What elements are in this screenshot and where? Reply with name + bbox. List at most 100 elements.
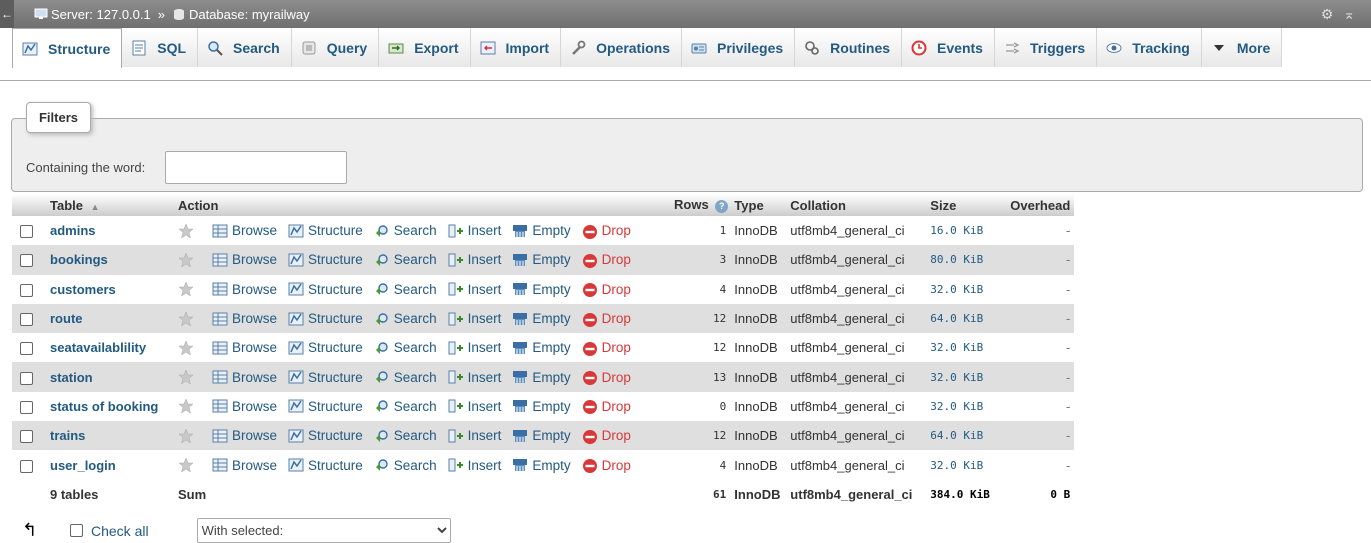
table-name-link[interactable]: seatavailablility — [50, 340, 146, 355]
header-table-label[interactable]: Table — [50, 198, 83, 213]
row-checkbox[interactable] — [20, 342, 33, 356]
favorite-star-icon[interactable] — [178, 252, 198, 268]
favorite-star-icon[interactable] — [178, 457, 198, 473]
action-empty-link[interactable]: Empty — [512, 282, 571, 297]
row-checkbox[interactable] — [20, 430, 33, 444]
breadcrumb-server[interactable]: Server: 127.0.0.1 — [51, 7, 151, 22]
favorite-star-icon[interactable] — [178, 222, 198, 239]
favorite-star-icon[interactable] — [178, 281, 198, 297]
tab-export[interactable]: Export — [379, 28, 471, 67]
action-drop-link[interactable]: Drop — [582, 252, 631, 268]
action-search-link[interactable]: Search — [374, 458, 437, 473]
action-browse-link[interactable]: Browse — [212, 252, 277, 267]
breadcrumb-database[interactable]: Database: myrailway — [189, 7, 310, 22]
row-checkbox[interactable] — [20, 254, 33, 268]
action-empty-link[interactable]: Empty — [512, 399, 571, 414]
row-size-link[interactable]: 16.0 KiB — [926, 216, 1007, 246]
table-name-link[interactable]: bookings — [50, 252, 108, 267]
table-name-link[interactable]: route — [50, 311, 83, 326]
action-insert-link[interactable]: Insert — [448, 370, 501, 385]
table-name-link[interactable]: station — [50, 370, 93, 385]
action-search-link[interactable]: Search — [374, 399, 437, 414]
collapse-top-icon[interactable]: ⌅ — [1343, 6, 1355, 23]
collapse-navigation-icon[interactable]: ← — [0, 0, 14, 28]
action-structure-link[interactable]: Structure — [288, 282, 363, 297]
action-structure-link[interactable]: Structure — [288, 399, 363, 414]
action-empty-link[interactable]: Empty — [512, 311, 571, 326]
action-insert-link[interactable]: Insert — [448, 458, 501, 473]
row-checkbox[interactable] — [20, 313, 33, 327]
action-drop-link[interactable]: Drop — [582, 311, 631, 327]
action-search-link[interactable]: Search — [374, 282, 437, 297]
with-selected-dropdown[interactable]: With selected: — [196, 518, 451, 543]
action-structure-link[interactable]: Structure — [288, 340, 363, 355]
row-size-link[interactable]: 32.0 KiB — [926, 362, 1007, 392]
action-structure-link[interactable]: Structure — [288, 370, 363, 385]
action-insert-link[interactable]: Insert — [448, 311, 501, 326]
action-drop-link[interactable]: Drop — [582, 370, 631, 386]
action-insert-link[interactable]: Insert — [448, 252, 501, 267]
tab-privileges[interactable]: Privileges — [682, 28, 796, 67]
tab-import[interactable]: Import — [470, 28, 562, 67]
action-drop-link[interactable]: Drop — [582, 458, 631, 474]
tab-events[interactable]: Events — [902, 28, 995, 67]
tab-triggers[interactable]: Triggers — [994, 28, 1098, 67]
action-drop-link[interactable]: Drop — [582, 340, 631, 356]
action-structure-link[interactable]: Structure — [288, 311, 363, 326]
action-browse-link[interactable]: Browse — [212, 428, 277, 443]
row-checkbox[interactable] — [20, 283, 33, 297]
row-size-link[interactable]: 32.0 KiB — [926, 274, 1007, 304]
action-insert-link[interactable]: Insert — [448, 282, 501, 297]
action-drop-link[interactable]: Drop — [582, 428, 631, 444]
favorite-star-icon[interactable] — [178, 310, 198, 327]
row-size-link[interactable]: 32.0 KiB — [926, 391, 1007, 422]
settings-gear-icon[interactable]: ⚙ — [1321, 6, 1334, 23]
row-size-link[interactable]: 32.0 KiB — [926, 450, 1007, 480]
table-name-link[interactable]: status of booking — [50, 399, 158, 414]
favorite-star-icon[interactable] — [178, 340, 198, 356]
favorite-star-icon[interactable] — [178, 369, 198, 385]
filter-containing-word-input[interactable] — [165, 151, 347, 184]
tab-sql[interactable]: SQL — [122, 28, 199, 67]
action-insert-link[interactable]: Insert — [448, 428, 501, 443]
action-browse-link[interactable]: Browse — [212, 370, 277, 385]
table-name-link[interactable]: admins — [50, 223, 96, 238]
action-insert-link[interactable]: Insert — [448, 223, 501, 238]
row-size-link[interactable]: 32.0 KiB — [926, 333, 1007, 363]
action-browse-link[interactable]: Browse — [212, 458, 277, 473]
tab-routines[interactable]: Routines — [795, 28, 903, 67]
action-empty-link[interactable]: Empty — [512, 252, 571, 267]
action-search-link[interactable]: Search — [374, 223, 437, 238]
tab-tracking[interactable]: Tracking — [1097, 28, 1202, 67]
row-size-link[interactable]: 80.0 KiB — [926, 245, 1007, 275]
action-drop-link[interactable]: Drop — [582, 223, 631, 239]
tab-query[interactable]: Query — [291, 28, 380, 67]
action-structure-link[interactable]: Structure — [288, 252, 363, 267]
row-size-link[interactable]: 64.0 KiB — [926, 303, 1007, 334]
tab-search[interactable]: Search — [198, 28, 292, 67]
action-insert-link[interactable]: Insert — [448, 340, 501, 355]
action-empty-link[interactable]: Empty — [512, 223, 571, 238]
action-browse-link[interactable]: Browse — [212, 311, 277, 326]
action-search-link[interactable]: Search — [374, 370, 437, 385]
action-browse-link[interactable]: Browse — [212, 399, 277, 414]
action-empty-link[interactable]: Empty — [512, 370, 571, 385]
row-checkbox[interactable] — [20, 459, 33, 473]
action-structure-link[interactable]: Structure — [288, 223, 363, 238]
action-browse-link[interactable]: Browse — [212, 282, 277, 297]
action-empty-link[interactable]: Empty — [512, 428, 571, 443]
check-all-checkbox[interactable] — [70, 524, 83, 537]
tab-operations[interactable]: Operations — [561, 28, 682, 67]
action-search-link[interactable]: Search — [374, 311, 437, 326]
action-search-link[interactable]: Search — [374, 428, 437, 443]
action-search-link[interactable]: Search — [374, 252, 437, 267]
help-icon[interactable]: ? — [715, 200, 729, 213]
tab-more[interactable]: More — [1201, 28, 1283, 67]
action-structure-link[interactable]: Structure — [288, 458, 363, 473]
favorite-star-icon[interactable] — [178, 428, 198, 444]
table-name-link[interactable]: trains — [50, 428, 85, 443]
table-name-link[interactable]: user_login — [50, 458, 116, 473]
favorite-star-icon[interactable] — [178, 398, 198, 415]
action-insert-link[interactable]: Insert — [448, 399, 501, 414]
action-browse-link[interactable]: Browse — [212, 340, 277, 355]
